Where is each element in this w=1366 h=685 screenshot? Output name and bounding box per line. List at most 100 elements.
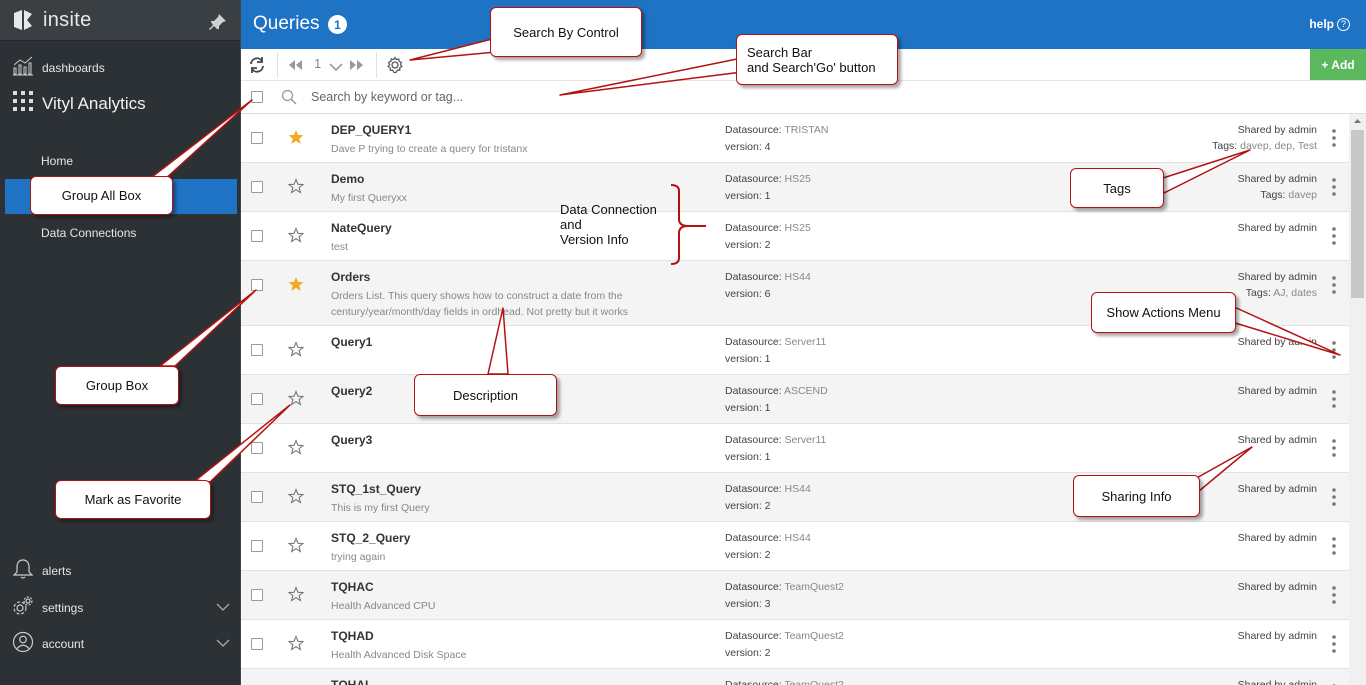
star-outline-icon[interactable]: [287, 635, 305, 651]
kebab-menu-icon[interactable]: [1331, 634, 1337, 654]
table-row[interactable]: STQ_2_Query trying again Datasource: HS44 v…: [241, 522, 1349, 571]
query-name[interactable]: Query2: [331, 384, 372, 398]
datasource-label: Datasource:: [725, 679, 785, 685]
query-name[interactable]: Query3: [331, 433, 372, 447]
sharing-info: Shared by admin: [1237, 483, 1317, 495]
table-row[interactable]: Query3 Datasource: Server11 version: 1 Shar…: [241, 424, 1349, 473]
scroll-up-arrow-icon[interactable]: [1349, 114, 1366, 128]
group-checkbox[interactable]: [251, 393, 263, 405]
query-name[interactable]: NateQuery: [331, 221, 392, 235]
tags: Tags: davep, dep, Test: [1212, 140, 1317, 152]
kebab-menu-icon[interactable]: [1331, 340, 1337, 360]
query-description: trying again: [331, 551, 386, 563]
star-filled-icon[interactable]: [288, 129, 304, 145]
sidebar-item-alerts[interactable]: alerts: [12, 558, 230, 583]
chevron-down-icon[interactable]: [216, 637, 230, 651]
add-button[interactable]: + Add: [1310, 49, 1366, 80]
org-selector[interactable]: Vityl Analytics: [12, 90, 146, 117]
group-checkbox[interactable]: [251, 344, 263, 356]
group-checkbox[interactable]: [251, 132, 263, 144]
group-checkbox[interactable]: [251, 181, 263, 193]
kebab-menu-icon[interactable]: [1331, 585, 1337, 605]
group-checkbox[interactable]: [251, 491, 263, 503]
search-input[interactable]: [311, 87, 1011, 107]
group-all-checkbox[interactable]: [251, 91, 263, 103]
star-outline-icon[interactable]: [287, 488, 305, 504]
datasource: Datasource: HS44: [725, 532, 811, 544]
table-row[interactable]: TQHAI Datasource: TeamQuest2 Shared by adm…: [241, 669, 1349, 685]
datasource-label: Datasource:: [725, 336, 785, 348]
query-name[interactable]: Query1: [331, 335, 372, 349]
tags: Tags: davep: [1260, 189, 1317, 201]
callout-text: Mark as Favorite: [84, 492, 182, 507]
brand[interactable]: insite: [0, 0, 240, 41]
group-checkbox[interactable]: [251, 279, 263, 291]
star-outline-icon[interactable]: [287, 537, 305, 553]
table-row[interactable]: NateQuery test Datasource: HS25 version: 2S…: [241, 212, 1349, 261]
kebab-menu-icon[interactable]: [1331, 177, 1337, 197]
count-badge: 1: [328, 15, 347, 34]
table-row[interactable]: Query1 Datasource: Server11 version: 1 Shar…: [241, 326, 1349, 375]
grid-icon: [12, 90, 34, 117]
scroll-thumb[interactable]: [1351, 130, 1364, 298]
star-outline-icon[interactable]: [287, 586, 305, 602]
star-outline-icon[interactable]: [287, 390, 305, 406]
sidebar-item-settings[interactable]: settings: [12, 595, 230, 620]
sharing-info: Shared by admin: [1237, 630, 1317, 642]
datasource: Datasource: HS44: [725, 271, 811, 283]
query-name[interactable]: TQHAD: [331, 629, 374, 643]
scrollbar[interactable]: [1349, 114, 1366, 685]
query-name[interactable]: TQHAI: [331, 678, 368, 685]
nav-dashboards[interactable]: dashboards: [12, 56, 105, 79]
callout-text: Show Actions Menu: [1106, 305, 1221, 320]
table-row[interactable]: TQHAD Health Advanced Disk Space Datasourc…: [241, 620, 1349, 669]
callout-text: Data Connection: [560, 202, 657, 217]
sidebar-item-data-connections[interactable]: Data Connections: [5, 215, 237, 250]
datasource-label: Datasource:: [725, 271, 785, 283]
kebab-menu-icon[interactable]: [1331, 275, 1337, 295]
kebab-menu-icon[interactable]: [1331, 226, 1337, 246]
group-checkbox[interactable]: [251, 638, 263, 650]
query-name[interactable]: Demo: [331, 172, 364, 186]
pin-icon[interactable]: [208, 12, 228, 32]
search-icon[interactable]: [281, 89, 297, 110]
star-outline-icon[interactable]: [287, 439, 305, 455]
sidebar-item-account[interactable]: account: [12, 631, 230, 656]
table-row[interactable]: Demo My first Queryxx Datasource: HS25 vers…: [241, 163, 1349, 212]
table-row[interactable]: Query2 Datasource: ASCEND version: 1 Shared…: [241, 375, 1349, 424]
query-name[interactable]: DEP_QUERY1: [331, 123, 411, 137]
help-link[interactable]: help ?: [1309, 17, 1350, 31]
kebab-menu-icon[interactable]: [1331, 536, 1337, 556]
bell-icon: [12, 558, 34, 583]
table-row[interactable]: TQHAC Health Advanced CPU Datasource: Team…: [241, 571, 1349, 620]
datasource: Datasource: Server11: [725, 434, 826, 446]
chevron-down-icon[interactable]: [329, 59, 343, 77]
star-outline-icon[interactable]: [287, 341, 305, 357]
settings-gear-icon[interactable]: [386, 56, 404, 79]
query-name[interactable]: STQ_2_Query: [331, 531, 410, 545]
group-checkbox[interactable]: [251, 442, 263, 454]
query-name[interactable]: STQ_1st_Query: [331, 482, 421, 496]
group-checkbox[interactable]: [251, 230, 263, 242]
sidebar-item-home[interactable]: Home: [5, 143, 237, 178]
datasource: Datasource: TRISTAN: [725, 124, 828, 136]
first-page-icon[interactable]: [287, 58, 303, 76]
refresh-icon[interactable]: [248, 56, 266, 79]
kebab-menu-icon[interactable]: [1331, 487, 1337, 507]
kebab-menu-icon[interactable]: [1331, 389, 1337, 409]
query-name[interactable]: Orders: [331, 270, 370, 284]
chevron-down-icon[interactable]: [216, 601, 230, 615]
last-page-icon[interactable]: [349, 58, 365, 76]
star-outline-icon[interactable]: [287, 178, 305, 194]
datasource-value: TeamQuest2: [784, 581, 844, 593]
table-row[interactable]: DEP_QUERY1 Dave P trying to create a quer…: [241, 114, 1349, 163]
query-name[interactable]: TQHAC: [331, 580, 374, 594]
kebab-menu-icon[interactable]: [1331, 438, 1337, 458]
page-number[interactable]: 1: [314, 56, 321, 71]
star-outline-icon[interactable]: [287, 227, 305, 243]
group-checkbox[interactable]: [251, 589, 263, 601]
kebab-menu-icon[interactable]: [1331, 128, 1337, 148]
star-filled-icon[interactable]: [288, 276, 304, 292]
group-checkbox[interactable]: [251, 540, 263, 552]
tags-value: davep, dep, Test: [1240, 140, 1317, 152]
